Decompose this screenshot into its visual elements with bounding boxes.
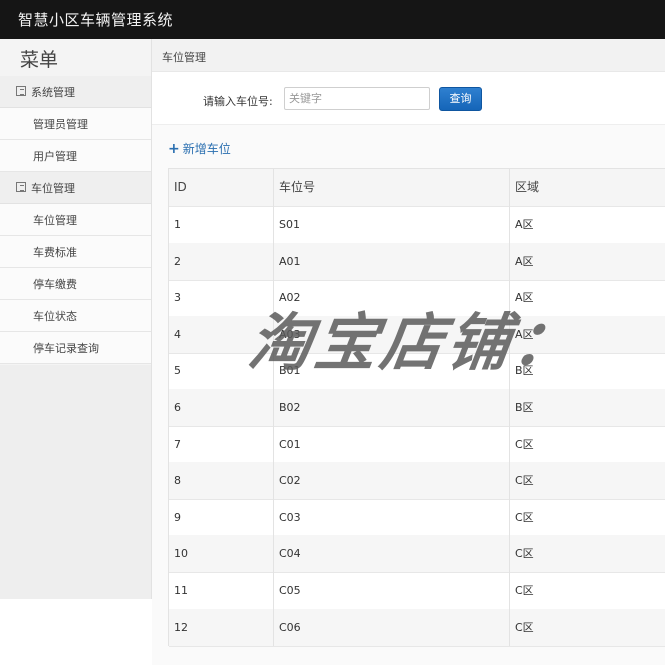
sidebar-item-label: 车费标准: [33, 246, 77, 259]
cell-id: 10: [169, 535, 274, 573]
column-header-id: ID: [169, 169, 274, 206]
table-row: 7 C01 C区: [169, 425, 665, 464]
sidebar-filler: [0, 365, 151, 599]
cell-id: 8: [169, 462, 274, 500]
cell-space-number: B01: [274, 352, 510, 390]
cell-space-number: C03: [274, 498, 510, 536]
cell-id: 9: [169, 498, 274, 536]
cell-space-number: C01: [274, 425, 510, 463]
sidebar-item-label: 车位管理: [33, 214, 77, 227]
cell-id: 4: [169, 315, 274, 353]
sidebar-item-label: 管理员管理: [33, 118, 88, 131]
sidebar: 菜单 系统管理 管理员管理 用户管理 车位管理 车位管理 车费标准 停车缴费 车…: [0, 39, 152, 599]
cell-id: 6: [169, 389, 274, 426]
cell-space-number: B02: [274, 389, 510, 426]
cell-id: 1: [169, 206, 274, 243]
add-link-label: 新增车位: [182, 142, 231, 156]
cell-space-number: S01: [274, 206, 510, 243]
cell-area: C区: [515, 547, 534, 561]
cell-id: 11: [169, 572, 274, 609]
sidebar-item-space-status[interactable]: 车位状态: [0, 300, 151, 332]
cell-area: C区: [515, 620, 534, 634]
parking-space-table: ID 车位号 区域 1 S01 A区 2 A01 A区 3 A02 A区 4 A03 A区 5 B01 B区…: [168, 168, 665, 647]
table-row: 11 C05 C区: [169, 572, 665, 610]
search-form: 请输入车位号: 查询: [152, 72, 665, 125]
sidebar-section-system[interactable]: 系统管理: [0, 76, 151, 108]
column-header-space-number: 车位号: [274, 169, 510, 206]
sidebar-section-label: 车位管理: [31, 182, 75, 195]
table-row: 9 C03 C区: [169, 498, 665, 537]
table-row: 6 B02 B区: [169, 389, 665, 427]
sidebar-section-label: 系统管理: [31, 86, 75, 99]
table-row: 12 C06 C区: [169, 608, 665, 647]
cell-area: B区: [515, 401, 534, 414]
sidebar-item-label: 用户管理: [33, 150, 77, 163]
sidebar-section-parking[interactable]: 车位管理: [0, 172, 151, 204]
cell-space-number: A02: [274, 279, 510, 317]
table-row: 10 C04 C区: [169, 535, 665, 574]
sidebar-item-label: 停车缴费: [33, 278, 77, 291]
cell-space-number: A03: [274, 315, 510, 353]
page-title: 车位管理: [162, 51, 206, 64]
table-row: 8 C02 C区: [169, 462, 665, 501]
table-row: 3 A02 A区: [169, 279, 665, 318]
cell-space-number: C04: [274, 535, 510, 573]
column-header-area: 区域: [515, 180, 540, 194]
cell-space-number: C02: [274, 462, 510, 500]
cell-area: C区: [515, 584, 534, 597]
app-title: 智慧小区车辆管理系统: [18, 11, 174, 29]
cell-space-number: C05: [274, 572, 510, 609]
cell-area: C区: [515, 474, 534, 488]
cell-area: A区: [515, 218, 534, 231]
table-row: 1 S01 A区: [169, 206, 665, 244]
cell-id: 2: [169, 242, 274, 280]
cell-area: A区: [515, 254, 534, 268]
plus-icon: +: [168, 141, 180, 157]
cell-id: 5: [169, 352, 274, 390]
list-icon: [16, 182, 26, 192]
top-bar: 智慧小区车辆管理系统: [0, 0, 665, 39]
sidebar-item-parking-payment[interactable]: 停车缴费: [0, 268, 151, 300]
menu-title: 菜单: [20, 49, 59, 71]
cell-space-number: A01: [274, 242, 510, 280]
cell-area: C区: [515, 437, 534, 451]
cell-id: 12: [169, 608, 274, 646]
sidebar-item-label: 停车记录查询: [33, 342, 99, 355]
search-label: 请输入车位号:: [203, 95, 273, 108]
breadcrumb: 车位管理: [152, 39, 665, 72]
cell-area: A区: [515, 291, 534, 305]
table-header-row: ID 车位号 区域: [169, 169, 665, 207]
table-row: 2 A01 A区: [169, 242, 665, 281]
sidebar-item-parking-space-management[interactable]: 车位管理: [0, 204, 151, 236]
cell-area: B区: [515, 364, 534, 378]
cell-id: 7: [169, 425, 274, 463]
search-input[interactable]: [284, 87, 430, 110]
search-button[interactable]: 查询: [439, 87, 482, 111]
sidebar-item-fee-standard[interactable]: 车费标准: [0, 236, 151, 268]
main-content: 车位管理 请输入车位号: 查询 +新增车位 ID 车位号 区域 1S01A区2A…: [152, 39, 665, 665]
table-row: 4 A03 A区: [169, 315, 665, 354]
sidebar-item-admin-management[interactable]: 管理员管理: [0, 108, 151, 140]
sidebar-item-label: 车位状态: [33, 310, 77, 323]
cell-id: 3: [169, 279, 274, 317]
cell-area: A区: [515, 327, 534, 341]
sidebar-item-user-management[interactable]: 用户管理: [0, 140, 151, 172]
list-icon: [16, 86, 26, 96]
add-parking-space-link[interactable]: + 新增车位: [168, 140, 231, 157]
cell-space-number: C06: [274, 608, 510, 646]
table-row: 5 B01 B区: [169, 352, 665, 391]
sidebar-item-parking-record-query[interactable]: 停车记录查询: [0, 332, 151, 364]
cell-area: C区: [515, 510, 534, 524]
